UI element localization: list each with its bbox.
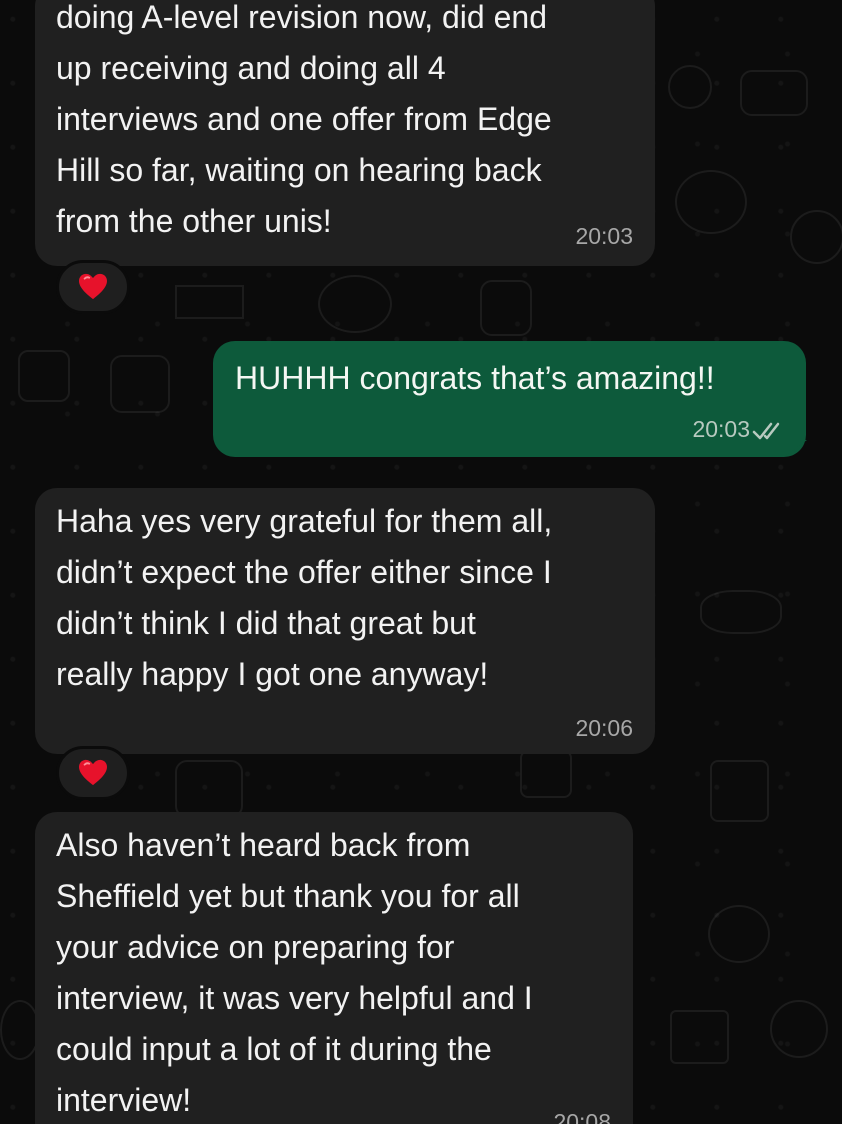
outgoing-message-bubble[interactable]: HUHHH congrats that’s amazing!! 20:03 [213, 341, 806, 457]
wallpaper-doodle [770, 1000, 828, 1058]
wallpaper-doodle [110, 355, 170, 413]
message-text: doing A-level revision now, did end up r… [56, 0, 552, 239]
wallpaper-doodle [668, 65, 712, 109]
wallpaper-doodle [480, 280, 532, 336]
wallpaper-doodle [318, 275, 392, 333]
message-text: Also haven’t heard back from Sheffield y… [56, 827, 533, 1118]
message-text: Haha yes very grateful for them all, did… [56, 503, 553, 692]
wallpaper-doodle [670, 1010, 729, 1064]
wallpaper-doodle [0, 1000, 40, 1060]
wallpaper-doodle [175, 285, 244, 319]
bubble-tail [785, 440, 807, 456]
wallpaper-doodle [740, 70, 808, 116]
wallpaper-doodle [520, 750, 572, 798]
reaction-badge[interactable] [56, 746, 130, 800]
wallpaper-doodle [710, 760, 769, 822]
double-check-icon [752, 422, 780, 440]
wallpaper-doodle [18, 350, 70, 402]
incoming-message-bubble[interactable]: doing A-level revision now, did end up r… [35, 0, 655, 266]
message-time: 20:03 [692, 416, 750, 442]
message-time: 20:03 [575, 223, 633, 249]
incoming-message-bubble[interactable]: Haha yes very grateful for them all, did… [35, 488, 655, 754]
wallpaper-doodle [790, 210, 842, 264]
message-time: 20:06 [575, 715, 633, 741]
wallpaper-doodle [700, 590, 782, 634]
heart-icon [79, 759, 107, 786]
wallpaper-doodle [175, 760, 243, 818]
message-time: 20:08 [553, 1109, 611, 1124]
heart-icon [79, 273, 107, 300]
incoming-message-bubble[interactable]: Also haven’t heard back from Sheffield y… [35, 812, 633, 1124]
message-text: HUHHH congrats that’s amazing!! [235, 360, 715, 396]
wallpaper-doodle [675, 170, 747, 234]
wallpaper-doodle [708, 905, 770, 963]
reaction-badge[interactable] [56, 260, 130, 314]
